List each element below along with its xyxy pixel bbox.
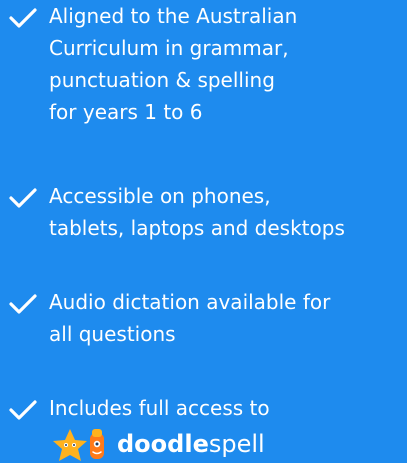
feature-line: Aligned to the Australian	[49, 4, 298, 28]
feature-line: tablets, laptops and desktops	[49, 216, 345, 240]
feature-text: Audio dictation available for all questi…	[49, 286, 330, 350]
features-panel: Aligned to the Australian Curriculum in …	[0, 0, 407, 463]
feature-text: Aligned to the Australian Curriculum in …	[49, 0, 297, 128]
feature-line: Accessible on phones,	[49, 184, 271, 208]
doodlespell-mascot-logo-icon	[53, 429, 104, 461]
feature-line: Includes full access to	[49, 396, 270, 420]
feature-line: for years 1 to 6	[49, 100, 203, 124]
brand-name-regular: spell	[208, 430, 265, 458]
check-icon	[9, 8, 37, 28]
doodlespell-brand: doodlespell	[50, 427, 320, 463]
feature-line: all questions	[49, 322, 176, 346]
check-icon	[9, 294, 37, 314]
feature-text: Includes full access to	[49, 392, 270, 424]
feature-text: Accessible on phones, tablets, laptops a…	[49, 180, 345, 244]
doodlespell-wordmark: doodlespell	[117, 427, 265, 461]
feature-line: Audio dictation available for	[49, 290, 331, 314]
feature-line: Curriculum in grammar,	[49, 36, 289, 60]
check-icon	[9, 188, 37, 208]
check-icon	[9, 400, 37, 420]
brand-name-bold: doodle	[117, 430, 209, 458]
feature-line: punctuation & spelling	[49, 68, 275, 92]
